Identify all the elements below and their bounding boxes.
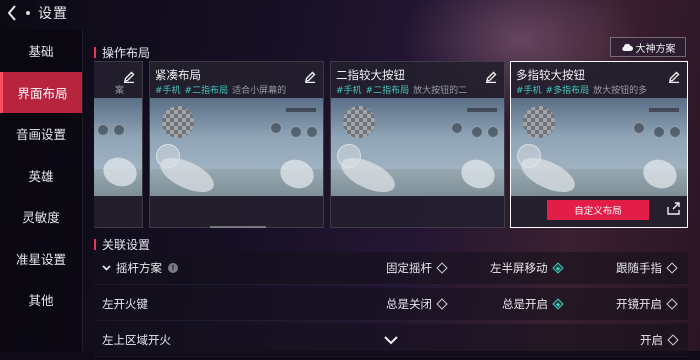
option-on[interactable]: 开启 <box>640 332 679 348</box>
edit-icon[interactable] <box>123 71 135 83</box>
section-title: 操作布局 <box>102 46 151 60</box>
sidebar-item-label: 灵敏度 <box>22 210 60 226</box>
section-header-layouts: 操作布局 <box>94 44 150 61</box>
sidebar-divider <box>82 30 83 351</box>
skill-icon <box>633 122 645 134</box>
section-accent-bar <box>94 47 96 58</box>
layout-card-name: 二指较大按钮 <box>336 68 405 82</box>
sidebar-item-label: 基础 <box>28 44 54 60</box>
master-scheme-button[interactable]: 大神方案 <box>610 37 686 57</box>
minimap-preview <box>343 106 375 138</box>
edit-icon[interactable] <box>668 71 680 83</box>
section-title: 关联设置 <box>102 238 151 252</box>
layout-preview <box>94 98 142 196</box>
layout-card-tags: #手机 #多指布局 放大按钮的多 <box>516 86 648 96</box>
radio-diamond-selected-icon <box>551 262 564 274</box>
layout-card-tags: #手机 #二指布局 放大按钮的二 <box>336 86 468 96</box>
chevron-down-icon <box>102 265 111 271</box>
top-bar: 设置 <box>0 0 700 26</box>
minimap-preview <box>162 106 194 138</box>
master-scheme-label: 大神方案 <box>635 43 676 55</box>
option-scope-on[interactable]: 开镜开启 <box>616 296 678 312</box>
edit-icon[interactable] <box>304 71 316 83</box>
layout-card-name: 紧凑布局 <box>155 68 201 82</box>
layout-card-compact[interactable]: 紧凑布局 #手机 #二指布局 适合小屏幕的 <box>149 61 324 228</box>
layout-card-tags: #手机 #二指布局 适合小屏幕的 <box>155 86 287 96</box>
sidebar-item-crosshair[interactable]: 准星设置 <box>0 238 82 280</box>
layout-card-two-finger-large[interactable]: 二指较大按钮 #手机 #二指布局 放大按钮的二 <box>330 61 505 228</box>
minimap-preview <box>523 106 555 138</box>
skill-icon <box>97 124 109 136</box>
option-fixed-joystick[interactable]: 固定摇杆 <box>386 260 448 276</box>
layout-preview <box>150 98 323 196</box>
skill-icon <box>487 126 499 138</box>
layout-card-multi-finger-large[interactable]: 多指较大按钮 #手机 #多指布局 放大按钮的多 自定义布局 <box>510 61 688 228</box>
sidebar-item-ui-layout[interactable]: 界面布局 <box>0 71 82 113</box>
radio-diamond-selected-icon <box>552 298 564 310</box>
skill-icon <box>471 126 483 138</box>
option-always-on[interactable]: 总是开启 <box>502 296 564 312</box>
sidebar-item-label: 英雄 <box>28 168 54 184</box>
option-left-half-move[interactable]: 左半屏移动 <box>490 260 564 276</box>
option-follow-finger[interactable]: 跟随手指 <box>616 260 678 276</box>
radio-diamond-icon <box>436 298 448 310</box>
title-dot <box>26 11 30 15</box>
layout-card-footer: 自定义布局 <box>511 196 687 227</box>
customize-layout-button[interactable]: 自定义布局 <box>547 200 649 220</box>
share-icon[interactable] <box>667 202 681 215</box>
skill-icon <box>451 122 463 134</box>
layout-card[interactable]: 案 <box>94 61 143 228</box>
section-accent-bar <box>94 239 96 250</box>
sidebar-item-label: 音画设置 <box>15 127 66 143</box>
cloud-icon <box>621 43 633 51</box>
skill-icon <box>653 126 665 138</box>
page-title: 设置 <box>38 6 68 22</box>
layout-carousel[interactable]: 案 紧凑布局 #手机 #二指布局 适合小屏幕的 二指较大按钮 #手机 #二指布局放 <box>94 61 688 228</box>
layout-card-name: 多指较大按钮 <box>516 68 585 82</box>
skill-icon <box>306 126 318 138</box>
setting-label: 左开火键 <box>102 297 148 311</box>
info-icon[interactable]: ! <box>168 263 178 273</box>
setting-label[interactable]: 摇杆方案 ! <box>102 260 178 276</box>
sidebar-item-hero[interactable]: 英雄 <box>0 155 82 197</box>
radio-diamond-icon <box>436 262 448 274</box>
sidebar-item-basic[interactable]: 基础 <box>0 30 82 72</box>
sidebar-item-sensitivity[interactable]: 灵敏度 <box>0 196 82 238</box>
sidebar-item-audio-video[interactable]: 音画设置 <box>0 113 82 155</box>
sidebar-item-label: 其他 <box>28 293 54 309</box>
sidebar-item-label: 界面布局 <box>17 85 68 101</box>
skill-icon <box>270 122 282 134</box>
back-button[interactable] <box>2 2 22 24</box>
sidebar-item-other[interactable]: 其他 <box>0 279 82 321</box>
skill-icon <box>669 126 681 138</box>
radio-diamond-icon <box>666 262 678 274</box>
radio-diamond-icon <box>667 334 679 346</box>
radio-diamond-icon <box>666 298 678 310</box>
layout-card-desc: 案 <box>114 86 124 96</box>
setting-label: 左上区域开火 <box>102 333 171 347</box>
skill-icon <box>290 126 302 138</box>
edit-icon[interactable] <box>485 71 497 83</box>
sidebar: 基础 界面布局 音画设置 英雄 灵敏度 准星设置 其他 <box>0 30 82 351</box>
option-always-off[interactable]: 总是关闭 <box>386 296 448 312</box>
back-arrow-icon <box>7 5 16 21</box>
setting-row-joystick: 摇杆方案 ! 固定摇杆 左半屏移动 跟随手指 <box>94 252 688 285</box>
section-header-related: 关联设置 <box>94 236 150 253</box>
setting-row-left-fire: 左开火键 总是关闭 总是开启 开镜开启 <box>94 288 688 321</box>
layout-preview <box>511 98 687 196</box>
skill-icon <box>113 124 125 136</box>
expand-more-chevron-icon[interactable] <box>384 336 398 345</box>
sidebar-item-label: 准星设置 <box>15 251 66 267</box>
layout-preview <box>331 98 504 196</box>
